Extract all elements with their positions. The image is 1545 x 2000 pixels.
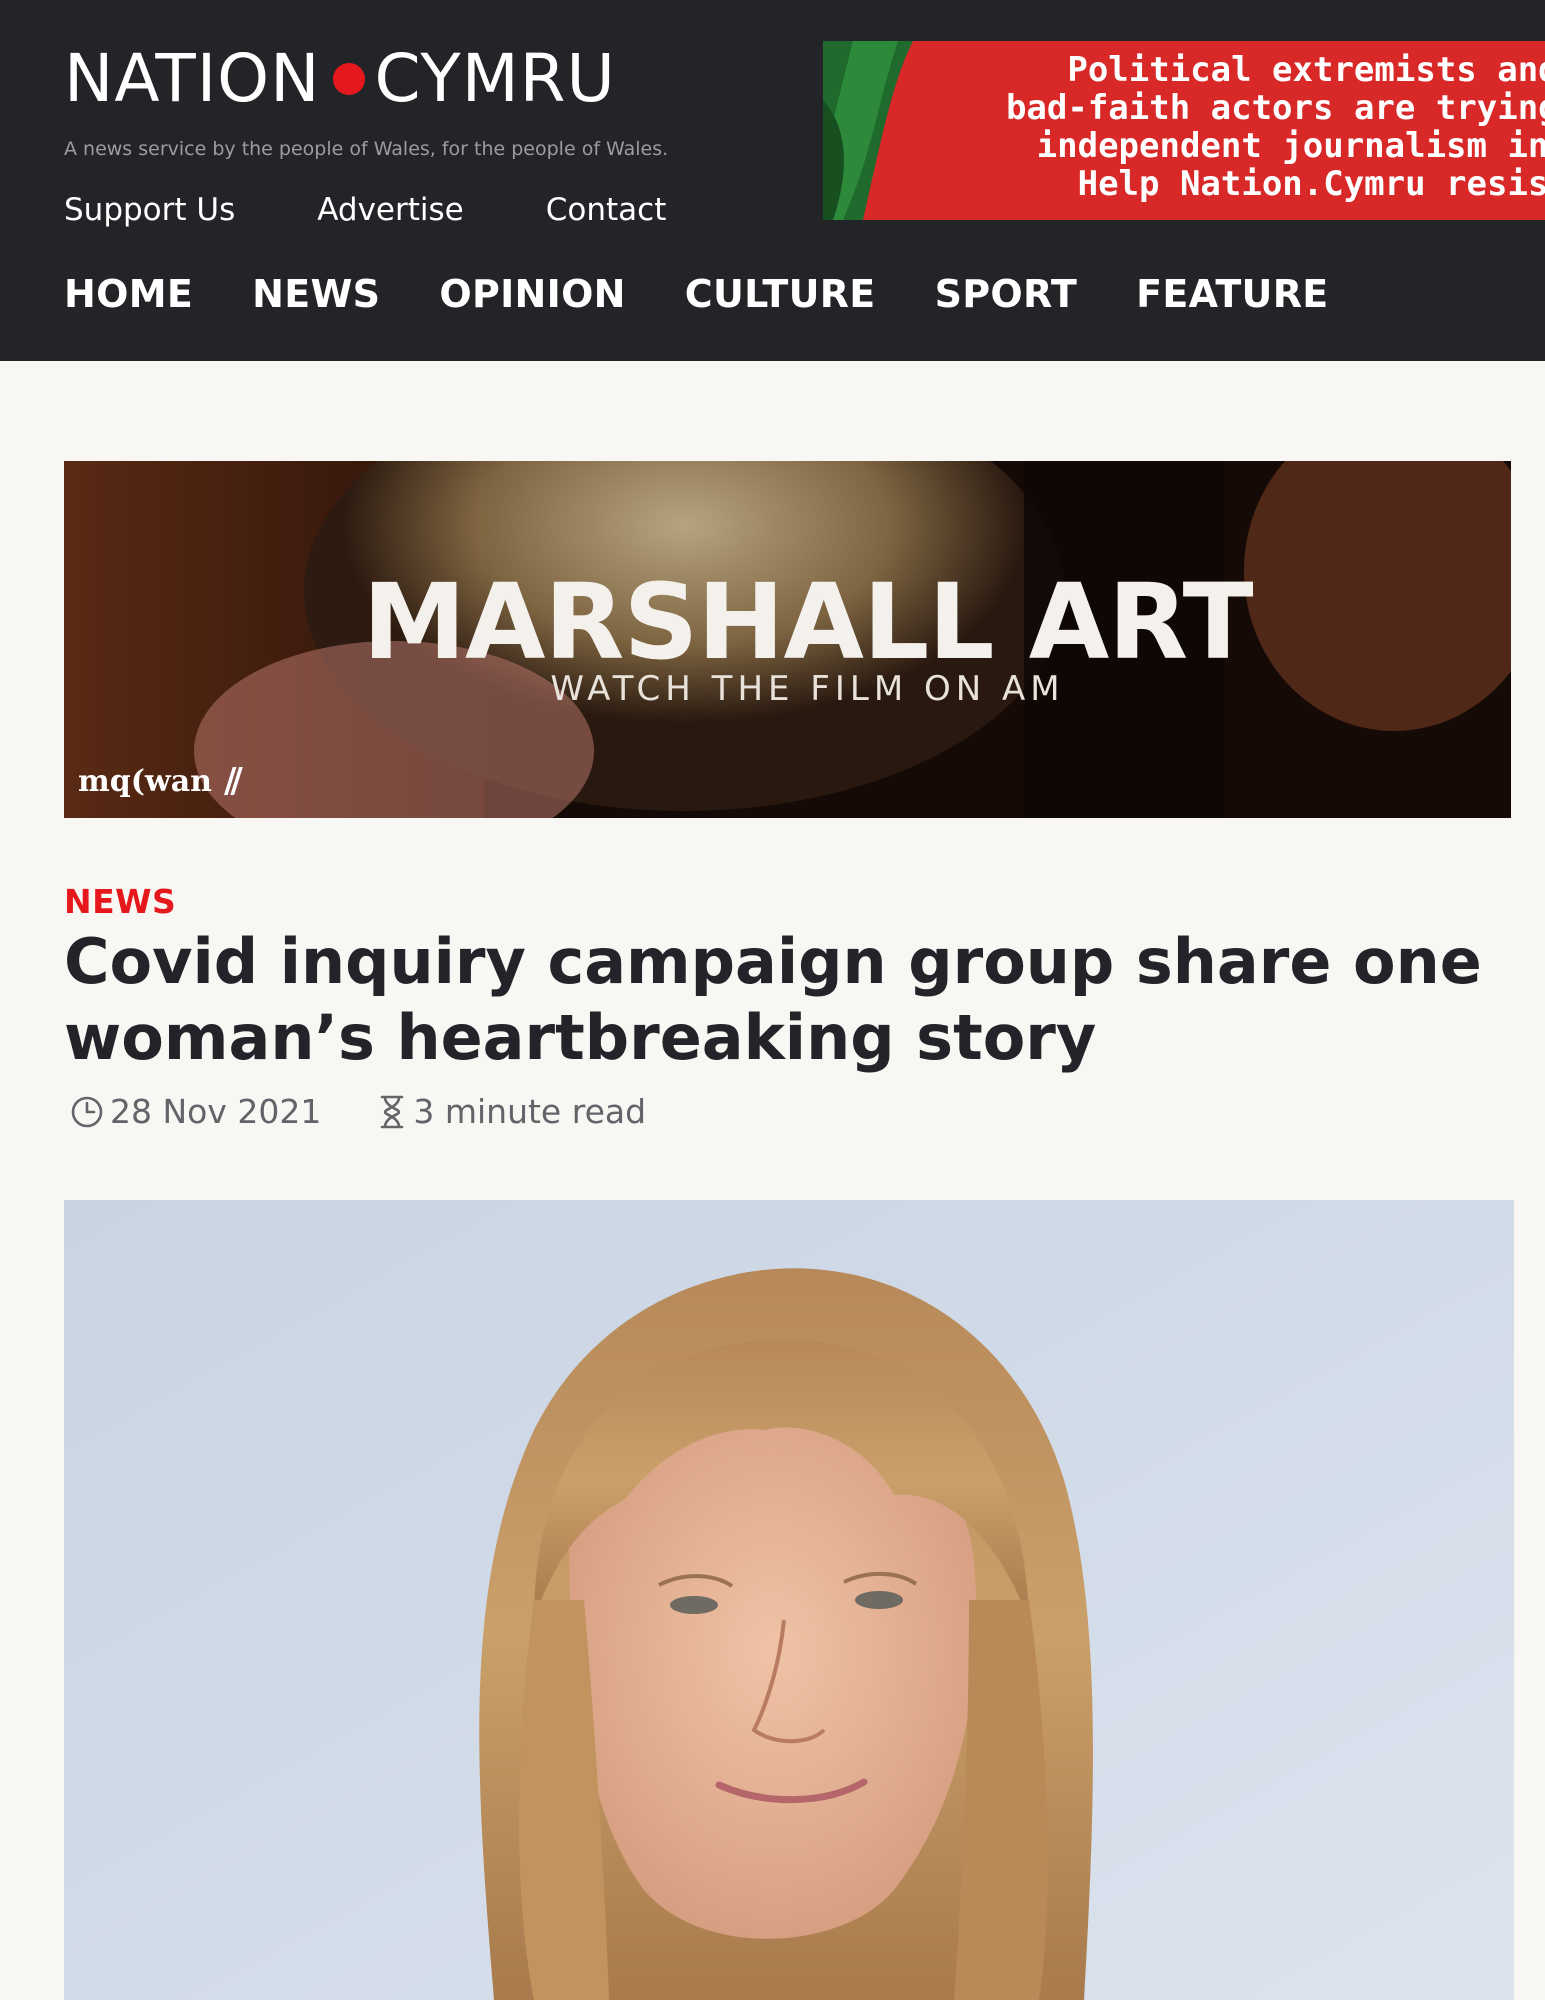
promo-text: Political extremists and bad-faith actor… (863, 51, 1545, 203)
advertise-link[interactable]: Advertise (317, 192, 464, 228)
contact-link[interactable]: Contact (546, 192, 667, 228)
publish-date-text: 28 Nov 2021 (110, 1092, 322, 1131)
promo-line: Political extremists and (1067, 50, 1545, 90)
nav-culture[interactable]: CULTURE (685, 272, 876, 316)
promo-line: Help Nation.Cymru resis (1077, 164, 1545, 204)
film-ad-banner[interactable]: MARSHALL ART WATCH THE FILM ON AM mq(wan… (64, 461, 1511, 818)
read-time: 3 minute read (377, 1092, 646, 1131)
article-category[interactable]: NEWS (64, 882, 176, 921)
main-nav: HOME NEWS OPINION CULTURE SPORT FEATURE (64, 272, 1388, 316)
site-logo[interactable]: NATION CYMRU (64, 46, 616, 112)
logo-text-cymru: CYMRU (374, 40, 616, 117)
logo-dot (332, 63, 365, 95)
read-time-text: 3 minute read (413, 1092, 647, 1131)
nav-news[interactable]: NEWS (252, 272, 380, 316)
ad-subtitle: WATCH THE FILM ON AM (550, 669, 1065, 709)
support-promo-banner[interactable]: Political extremists and bad-faith actor… (823, 41, 1545, 220)
article-headline: Covid inquiry campaign group share one w… (64, 925, 1482, 1074)
ad-brand-logo: mq(wan // (78, 761, 243, 801)
promo-line: independent journalism in W (1036, 126, 1545, 166)
brand-slash-icon: // (224, 761, 243, 801)
nav-sport[interactable]: SPORT (935, 272, 1078, 316)
publish-date: 28 Nov 2021 (70, 1092, 321, 1131)
article-meta: 28 Nov 2021 3 minute read (70, 1092, 702, 1131)
support-us-link[interactable]: Support Us (64, 192, 235, 228)
hourglass-icon (381, 1095, 404, 1128)
promo-line: bad-faith actors are trying to (1005, 88, 1545, 128)
article-hero-image (64, 1200, 1514, 2000)
top-links: Support Us Advertise Contact (64, 192, 748, 228)
site-tagline: A news service by the people of Wales, f… (64, 138, 669, 160)
site-header: NATION CYMRU A news service by the peopl… (0, 0, 1545, 361)
ad-title: MARSHALL ART (362, 561, 1253, 683)
portrait-photo (64, 1200, 1514, 2000)
logo-text-nation: NATION (64, 40, 321, 117)
ad-brand-text: mq(wan (78, 763, 212, 799)
nav-home[interactable]: HOME (64, 272, 193, 316)
nav-feature[interactable]: FEATURE (1136, 272, 1328, 316)
nav-opinion[interactable]: OPINION (439, 272, 625, 316)
clock-icon (71, 1096, 103, 1127)
